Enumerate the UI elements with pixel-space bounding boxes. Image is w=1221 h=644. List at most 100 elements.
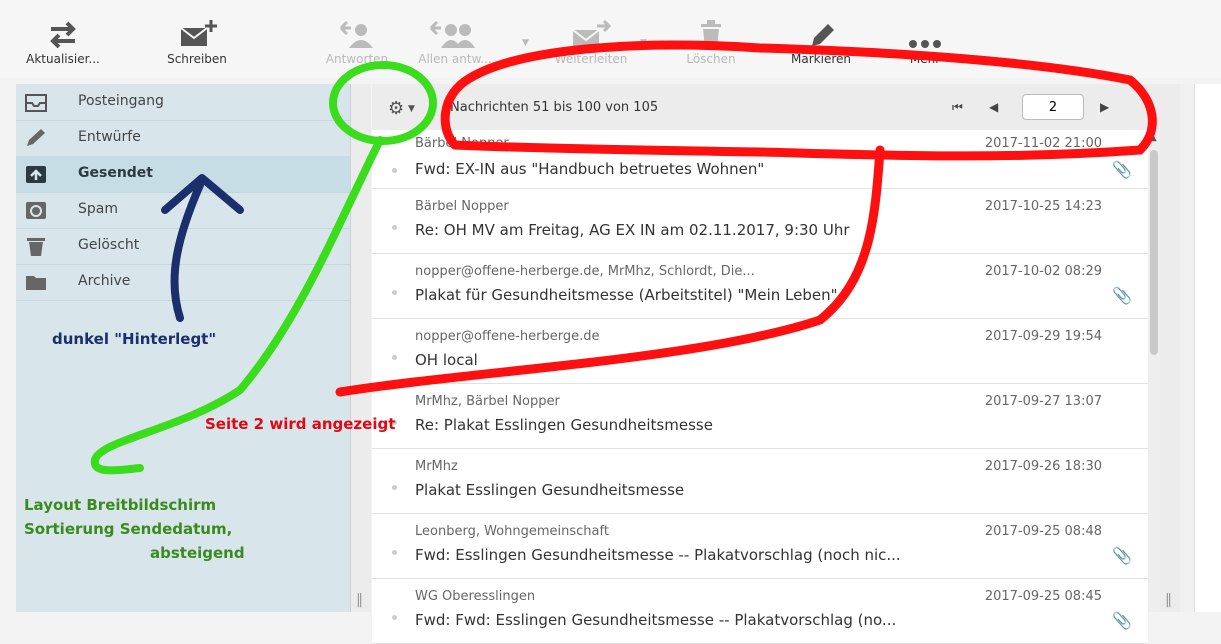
message-list: ⚙ ▼ Nachrichten 51 bis 100 von 105 ⏮ ◀ ▶… xyxy=(372,84,1160,644)
first-page-icon[interactable]: ⏮ xyxy=(952,100,963,115)
message-from: MrMhz, Bärbel Nopper xyxy=(415,394,560,409)
message-date: 2017-10-25 14:23 xyxy=(984,199,1102,214)
forward-dropdown-icon[interactable]: ▼ xyxy=(640,38,647,48)
forward-icon xyxy=(572,19,612,48)
unread-dot-icon xyxy=(392,615,397,620)
message-from: WG Oberesslingen xyxy=(415,589,536,604)
sidebar-splitter[interactable]: ‖ xyxy=(351,84,371,612)
reply-button[interactable]: Antworten xyxy=(312,18,402,66)
attachment-icon: 📎 xyxy=(1112,611,1132,630)
more-label: Mehr xyxy=(909,52,941,66)
refresh-icon xyxy=(50,21,76,49)
table-row[interactable]: Leonberg, Wohngemeinschaft 2017-09-25 08… xyxy=(372,514,1148,579)
attachment-icon: 📎 xyxy=(1112,160,1132,179)
table-row[interactable]: MrMhz, Bärbel Nopper 2017-09-27 13:07 Re… xyxy=(372,384,1148,449)
reply-all-icon xyxy=(429,20,475,48)
refresh-button[interactable]: Aktualisier... xyxy=(18,18,108,66)
folder-archive[interactable]: Archive xyxy=(16,264,350,301)
folder-label: Spam xyxy=(78,201,118,217)
page-number-input[interactable] xyxy=(1022,94,1084,120)
forward-button[interactable]: Weiterleiten xyxy=(546,18,636,66)
table-row[interactable]: Bärbel Nopper 2017-11-02 21:00 Fwd: EX-I… xyxy=(372,130,1148,189)
green-annotation-line: Layout Breitbildschirm xyxy=(24,496,217,514)
folder-inbox[interactable]: Posteingang xyxy=(16,84,350,121)
prev-page-icon[interactable]: ◀ xyxy=(989,100,998,114)
compose-icon xyxy=(180,20,217,46)
red-annotation-text: Seite 2 wird angezeigt xyxy=(205,415,396,433)
mark-button[interactable]: Markieren xyxy=(776,18,866,66)
splitter-grip-icon: ‖ xyxy=(356,592,363,608)
reply-icon xyxy=(339,20,373,48)
message-from: MrMhz xyxy=(415,459,458,474)
message-subject: Fwd: Fwd: Esslingen Gesundheitsmesse -- … xyxy=(415,611,897,629)
chevron-down-icon[interactable]: ▼ xyxy=(408,104,415,114)
message-subject: Fwd: Esslingen Gesundheitsmesse -- Plaka… xyxy=(415,546,901,564)
message-from: Bärbel Nopper xyxy=(415,199,509,214)
pencil-icon xyxy=(27,129,45,146)
message-date: 2017-09-26 18:30 xyxy=(984,459,1102,474)
compose-button[interactable]: Schreiben xyxy=(152,18,242,66)
attachment-icon: 📎 xyxy=(1112,286,1132,305)
trash-icon xyxy=(701,20,721,48)
delete-label: Löschen xyxy=(686,52,736,66)
message-subject: Fwd: EX-IN aus "Handbuch betruetes Wohne… xyxy=(415,160,765,178)
message-subject: OH local xyxy=(415,351,478,369)
compose-label: Schreiben xyxy=(167,52,227,66)
green-annotation-text: Layout Breitbildschirm Sortierung Sended… xyxy=(24,493,245,565)
message-date: 2017-11-02 21:00 xyxy=(984,136,1102,151)
message-subject: Re: OH MV am Freitag, AG EX IN am 02.11.… xyxy=(415,221,850,239)
folder-label: Posteingang xyxy=(78,93,164,109)
refresh-label: Aktualisier... xyxy=(26,52,100,66)
chevron-up-icon[interactable]: ▲ xyxy=(1149,132,1157,143)
message-from: nopper@offene-herberge.de, MrMhz, Schlor… xyxy=(415,264,755,279)
green-annotation-line: Sortierung Sendedatum, xyxy=(24,520,233,538)
pencil-icon xyxy=(810,24,834,51)
preview-content xyxy=(1194,84,1221,612)
folder-drafts[interactable]: Entwürfe xyxy=(16,120,350,157)
sent-icon xyxy=(26,166,46,183)
folder-sent[interactable]: Gesendet xyxy=(16,156,350,193)
folder-label: Entwürfe xyxy=(78,129,141,145)
green-annotation-line: absteigend xyxy=(150,544,245,562)
folder-icon xyxy=(26,276,46,290)
delete-button[interactable]: Löschen xyxy=(666,18,756,66)
preview-splitter[interactable]: ‖ xyxy=(1160,84,1180,612)
more-button[interactable]: Mehr xyxy=(880,18,970,66)
message-subject: Re: Plakat Esslingen Gesundheitsmesse xyxy=(415,416,713,434)
reply-all-label: Allen antw... xyxy=(418,52,492,66)
attachment-icon: 📎 xyxy=(1112,546,1132,565)
trash-icon xyxy=(27,238,45,256)
reply-all-dropdown-icon[interactable]: ▼ xyxy=(522,38,529,48)
message-date: 2017-10-02 08:29 xyxy=(984,264,1102,279)
message-subject: Plakat für Gesundheitsmesse (Arbeitstite… xyxy=(415,286,838,304)
more-icon xyxy=(909,40,941,48)
folder-label: Gesendet xyxy=(78,165,153,181)
table-row[interactable]: nopper@offene-herberge.de 2017-09-29 19:… xyxy=(372,319,1148,384)
folder-trash[interactable]: Gelöscht xyxy=(16,228,350,265)
forward-label: Weiterleiten xyxy=(554,52,628,66)
table-row[interactable]: Bärbel Nopper 2017-10-25 14:23 Re: OH MV… xyxy=(372,189,1148,254)
message-date: 2017-09-25 08:48 xyxy=(984,524,1102,539)
unread-dot-icon xyxy=(392,355,397,360)
message-from: Bärbel Nopper xyxy=(415,136,509,151)
next-page-icon[interactable]: ▶ xyxy=(1100,100,1109,114)
message-date: 2017-09-29 19:54 xyxy=(984,329,1102,344)
message-date: 2017-09-27 13:07 xyxy=(984,394,1102,409)
inbox-icon xyxy=(25,94,47,112)
unread-dot-icon xyxy=(392,550,397,555)
table-row[interactable]: nopper@offene-herberge.de, MrMhz, Schlor… xyxy=(372,254,1148,319)
list-header: ⚙ ▼ Nachrichten 51 bis 100 von 105 ⏮ ◀ ▶ xyxy=(372,84,1160,131)
gear-icon[interactable]: ⚙ xyxy=(388,98,404,119)
message-from: nopper@offene-herberge.de xyxy=(415,329,600,344)
scroll-thumb[interactable] xyxy=(1150,150,1158,355)
folder-spam[interactable]: Spam xyxy=(16,192,350,229)
blue-annotation-text: dunkel "Hinterlegt" xyxy=(52,330,217,348)
message-date: 2017-09-25 08:45 xyxy=(984,589,1102,604)
preview-pane xyxy=(1180,84,1221,612)
splitter-grip-icon: ‖ xyxy=(1165,592,1172,608)
list-scrollbar[interactable]: ▲ xyxy=(1148,130,1160,612)
unread-dot-icon xyxy=(392,290,397,295)
unread-dot-icon xyxy=(392,168,397,173)
table-row[interactable]: MrMhz 2017-09-26 18:30 Plakat Esslingen … xyxy=(372,449,1148,514)
reply-all-button[interactable]: Allen antw... xyxy=(410,18,500,66)
